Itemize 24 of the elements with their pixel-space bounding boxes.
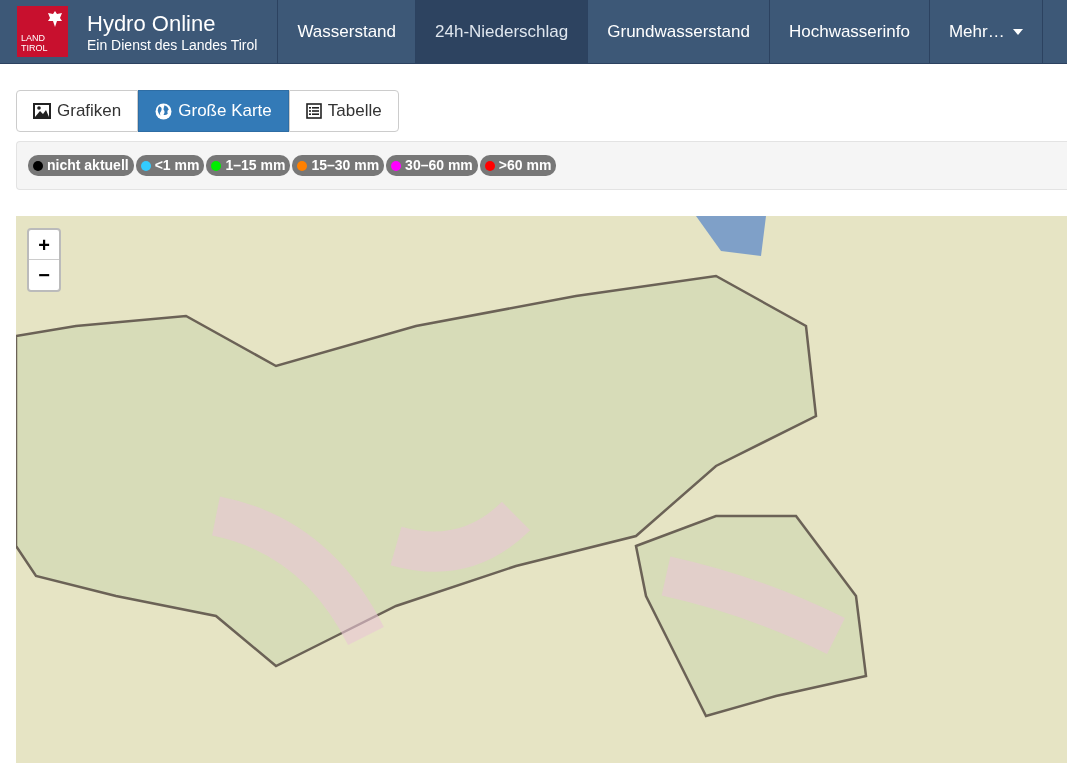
caret-icon [1012,28,1023,35]
view-tab[interactable]: Tabelle [288,90,399,132]
logo[interactable]: LAND TIROL [17,6,68,57]
image-icon [33,103,51,119]
zoom-out-button[interactable]: − [29,260,59,290]
nav-link[interactable]: Mehr… [928,0,1042,63]
legend-badge: 30–60 mm [386,155,478,176]
logo-text: LAND [21,33,45,43]
legend-badge: nicht aktuell [28,155,134,176]
nav-link[interactable]: Grundwasserstand [587,0,769,63]
site-subtitle: Ein Dienst des Landes Tirol [87,36,258,53]
legend-badge: >60 mm [479,155,557,176]
legend-badge: 1–15 mm [206,155,291,176]
logo-text: TIROL [21,43,48,53]
view-tab[interactable]: Grafiken [16,90,139,132]
zoom-in-button[interactable]: + [29,230,59,260]
list-icon [305,103,322,119]
legend-badge: 15–30 mm [292,155,385,176]
legend-badge: <1 mm [135,155,205,176]
nav-link[interactable]: 24h-Niederschlag [415,0,588,63]
globe-icon [155,102,173,120]
nav-link[interactable]: Hochwasserinfo [768,0,929,63]
view-tab[interactable]: Große Karte [138,90,289,132]
site-title: Hydro Online [87,10,217,37]
